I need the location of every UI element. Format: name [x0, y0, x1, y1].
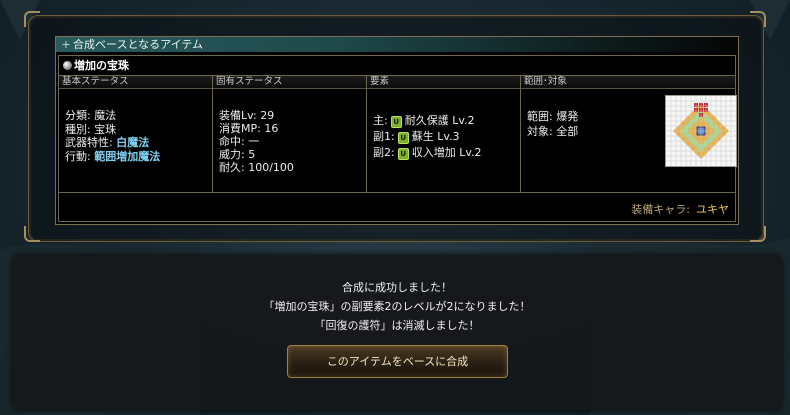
frame-corner-ornament — [24, 11, 40, 27]
range-label: 対象: — [527, 125, 553, 138]
stat-value: 魔法 — [94, 109, 117, 122]
item-stat-columns: 基本ステータス 分類: 魔法 種別: 宝珠 武器特性: 白魔法 行動: 範囲増加… — [59, 76, 737, 192]
result-message-line3: 「回復の護符」は消滅しました！ — [314, 319, 480, 332]
range-grid-icon — [665, 95, 737, 167]
stat-value: 29 — [260, 109, 275, 122]
orb-icon — [63, 61, 72, 70]
panel-caption: + 合成ベースとなるアイテム — [56, 37, 738, 52]
stat-row: 威力: 5 — [219, 148, 366, 161]
element-label: 副1: — [373, 130, 395, 143]
equip-character: 装備キャラ: ユキヤ — [631, 201, 729, 217]
stat-label: 武器特性: — [65, 136, 113, 149]
stat-label: 消費MP: — [219, 122, 261, 135]
stat-value: 16 — [264, 122, 279, 135]
element-row: 主: U 耐久保護 Lv.2 — [373, 113, 520, 129]
stat-label: 装備Lv: — [219, 109, 257, 122]
stat-row: 行動: 範囲増加魔法 — [65, 150, 212, 164]
stat-row: 消費MP: 16 — [219, 122, 366, 135]
element-label: 主: — [373, 114, 388, 127]
range-value: 爆発 — [556, 110, 579, 123]
plus-icon: + — [61, 38, 71, 51]
stat-row: 命中: 一 — [219, 135, 366, 148]
item-name-row: 増加の宝珠 — [59, 56, 735, 76]
result-dialog: 合成に成功しました！ 「増加の宝珠」の副要素2のレベルが2になりました！ 「回復… — [12, 255, 782, 410]
stat-label: 威力: — [219, 148, 245, 161]
stat-label: 種別: — [65, 122, 91, 136]
range-value: 全部 — [556, 125, 579, 138]
unique-status-column: 固有ステータス 装備Lv: 29 消費MP: 16 命中: 一 威力: 5 耐久… — [213, 76, 367, 192]
element-value: 耐久保護 Lv.2 — [404, 114, 475, 127]
item-detail-panel: + 合成ベースとなるアイテム 増加の宝珠 基本ステータス 分類: 魔法 種別: 宝… — [55, 36, 739, 225]
element-label: 副2: — [373, 146, 395, 159]
elements-header: 要素 — [367, 76, 520, 89]
stat-value: 一 — [248, 135, 260, 148]
element-u-icon: U — [397, 148, 409, 160]
stat-row: 武器特性: 白魔法 — [65, 136, 212, 150]
item-name: 増加の宝珠 — [74, 59, 129, 72]
unique-status-header: 固有ステータス — [213, 76, 366, 89]
stat-value: 5 — [248, 148, 256, 161]
basic-status-body: 分類: 魔法 種別: 宝珠 武器特性: 白魔法 行動: 範囲増加魔法 — [59, 89, 212, 163]
result-message-line2: 「増加の宝珠」の副要素2のレベルが2になりました！ — [263, 300, 531, 313]
element-row: 副1: U 蘇生 Lv.3 — [373, 129, 520, 145]
basic-status-column: 基本ステータス 分類: 魔法 種別: 宝珠 武器特性: 白魔法 行動: 範囲増加… — [59, 76, 213, 192]
frame-corner-ornament — [24, 226, 40, 242]
stat-row: 装備Lv: 29 — [219, 109, 366, 122]
elements-body: 主: U 耐久保護 Lv.2 副1: U 蘇生 Lv.3 副2: U 収入増加 Lv.2 — [367, 89, 520, 161]
stat-label: 分類: — [65, 109, 91, 122]
stat-row: 種別: 宝珠 — [65, 123, 212, 137]
element-u-icon: U — [397, 132, 409, 144]
element-value: 蘇生 Lv.3 — [411, 130, 460, 143]
stat-label: 耐久: — [219, 161, 245, 174]
element-row: 副2: U 収入増加 Lv.2 — [373, 145, 520, 161]
unique-status-body: 装備Lv: 29 消費MP: 16 命中: 一 威力: 5 耐久: 100/10… — [213, 89, 366, 174]
panel-caption-label: 合成ベースとなるアイテム — [73, 38, 204, 51]
stat-row: 耐久: 100/100 — [219, 161, 366, 174]
stat-value: 100/100 — [248, 161, 294, 174]
equip-character-value: ユキヤ — [696, 203, 729, 216]
frame-corner-ornament — [750, 11, 766, 27]
synthesize-with-this-base-button[interactable]: このアイテムをベースに合成 — [287, 345, 508, 378]
stat-value: 白魔法 — [116, 136, 150, 149]
item-info-box: 増加の宝珠 基本ステータス 分類: 魔法 種別: 宝珠 武器特性: 白魔法 行動… — [58, 55, 737, 222]
stat-label: 命中: — [219, 135, 245, 148]
stat-label: 行動: — [65, 149, 91, 163]
result-message-line1: 合成に成功しました！ — [342, 281, 452, 294]
frame-corner-ornament — [750, 226, 766, 242]
equip-character-label: 装備キャラ: — [631, 203, 690, 216]
range-label: 範囲: — [527, 110, 553, 123]
stat-value: 範囲増加魔法 — [94, 149, 161, 163]
stat-row: 分類: 魔法 — [65, 109, 212, 123]
element-u-icon: U — [390, 116, 402, 128]
element-value: 収入増加 Lv.2 — [411, 146, 482, 159]
basic-status-header: 基本ステータス — [59, 76, 212, 89]
range-target-column: 範囲･対象 範囲: 爆発 対象: 全部 — [521, 76, 737, 192]
elements-column: 要素 主: U 耐久保護 Lv.2 副1: U 蘇生 Lv.3 副2: U 収入増加 Lv.… — [367, 76, 521, 192]
range-target-header: 範囲･対象 — [521, 76, 735, 89]
stat-value: 宝珠 — [94, 122, 117, 136]
equip-character-row: 装備キャラ: ユキヤ — [59, 192, 735, 222]
